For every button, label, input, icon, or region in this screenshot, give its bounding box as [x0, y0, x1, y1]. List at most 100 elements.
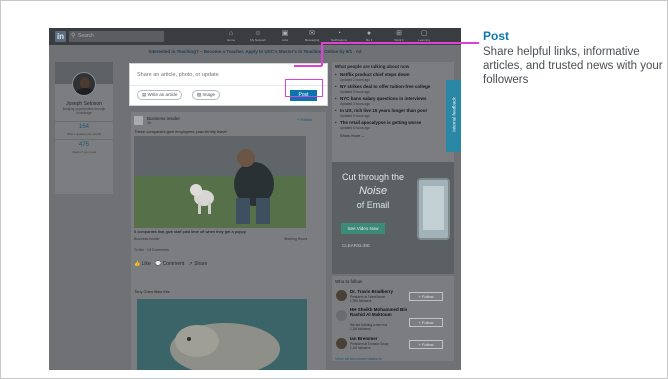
image-label: Image [202, 92, 216, 97]
who-to-follow-panel: Who to follow Dr. Travis Bradberry Presi… [332, 276, 454, 361]
news-item[interactable]: The retail apocalypse is getting worse [335, 120, 421, 125]
post-source[interactable]: Business Insider [147, 116, 180, 121]
news-item[interactable]: In US, rich live 15 years longer than po… [335, 108, 427, 113]
show-more-link[interactable]: Show more ⌄ [340, 133, 365, 138]
post-button-highlight [285, 79, 323, 97]
share-input[interactable]: Share an article, photo, or update [137, 72, 219, 78]
avatar-shoulders [75, 88, 95, 95]
news-item[interactable]: Netflix product chief steps down [335, 72, 409, 77]
follow-button[interactable]: + Follow [409, 318, 443, 327]
search-input[interactable]: ⚲ Search [69, 31, 164, 42]
divider [55, 139, 113, 140]
nav-label: My Network [250, 38, 266, 42]
news-item[interactable]: NYC bans salary questions in interviews [335, 96, 427, 101]
person-name[interactable]: HH Sheikh Mohammed Bin Rashid Al Maktoum [350, 307, 408, 317]
write-article-label: Write an article [147, 92, 178, 97]
person-name[interactable]: Dr. Travis Bradberry [350, 289, 393, 294]
home-icon: ⌂ [228, 30, 234, 37]
view-all-recommendations-link[interactable]: View all recommendations [335, 356, 382, 361]
comment-button[interactable]: Comment [163, 261, 185, 267]
promo-banner[interactable]: Interested in Teaching? – Become a Teach… [49, 47, 461, 56]
learning-icon: ▢ [420, 30, 428, 37]
image-button[interactable]: ▨ Image [192, 90, 221, 100]
source-logo[interactable] [134, 116, 143, 125]
profile-description: Bridging opportunities through knowledge [62, 107, 106, 115]
linkedin-logo[interactable]: in [55, 31, 66, 42]
promo-suffix: · Ad [353, 49, 362, 54]
avatar[interactable] [72, 72, 96, 96]
manatee-illustration [137, 299, 307, 370]
show-more-label: Show more [340, 133, 361, 138]
like-button[interactable]: Like [142, 261, 151, 267]
search-icon: ⚲ [71, 33, 76, 39]
phone-icon [417, 178, 450, 240]
article-icon: ▤ [142, 92, 147, 97]
post-header: Tony Chen likes this [134, 289, 170, 294]
feed-post: Business Insider 2h + Follow These compa… [131, 112, 326, 292]
chevron-down-icon: ⌄ [361, 133, 365, 138]
ad-cta-button[interactable]: See Video Now [341, 223, 385, 234]
news-header: What people are talking about now [335, 64, 410, 69]
post-views-label: Views of your post [71, 150, 97, 154]
search-placeholder: Search [78, 33, 94, 39]
briefcase-icon: ▣ [281, 30, 289, 37]
feed-post: Tony Chen likes this [131, 285, 326, 370]
divider [55, 121, 113, 122]
nav-home[interactable]: ⌂ Home [220, 30, 242, 44]
nav-my-network[interactable]: ☺ My Network [247, 30, 269, 44]
share-icon: ↗ [188, 261, 193, 267]
news-panel: What people are talking about now Netfli… [332, 62, 454, 178]
avatar[interactable] [336, 310, 347, 321]
profile-views-count[interactable]: 164 [55, 124, 113, 130]
follow-button[interactable]: + Follow [409, 292, 443, 301]
internal-feedback-label: Internal feedback [451, 97, 457, 132]
post-caption: These companies give employees 'paw-tern… [134, 129, 228, 134]
profile-card: Joseph Setoson Bridging opportunities th… [55, 62, 113, 194]
profile-views-label: Who's viewed your profile [66, 132, 102, 136]
image-icon: ▨ [197, 92, 202, 97]
annotation-title: Post [483, 29, 510, 43]
post-image[interactable] [134, 136, 306, 228]
news-time: Updated 2 hours ago [340, 78, 370, 82]
news-time: Updated 6 hours ago [340, 126, 370, 130]
person-followers: 1,1M followers [350, 346, 371, 350]
post-views-count[interactable]: 475 [55, 142, 113, 148]
callout-line [321, 42, 479, 44]
ad-line-1: Cut through the [341, 172, 405, 182]
grid-icon: ⊞ [396, 30, 402, 37]
post-image[interactable] [137, 299, 307, 370]
nav-label: Home [226, 38, 235, 42]
post-meta-source: Business Insider [134, 237, 160, 241]
avatar[interactable] [336, 338, 347, 349]
ad-banner[interactable]: Cut through the Noise of Email See Video… [332, 162, 454, 274]
news-item[interactable]: NY strikes deal to offer tuition-free co… [335, 84, 430, 89]
avatar[interactable] [336, 290, 347, 301]
nav-label: Messaging [304, 38, 320, 42]
person-followers: 1,996 followers [350, 299, 372, 303]
messaging-icon: ✉ [309, 30, 315, 37]
follow-button[interactable]: + Follow [409, 340, 443, 349]
comment-icon: 💬 [154, 261, 162, 267]
callout-line [294, 65, 322, 67]
post-engagement[interactable]: To like · 13 Comments [134, 248, 169, 252]
share-button[interactable]: Share [194, 261, 207, 267]
annotation-body: Share helpful links, informative article… [483, 46, 663, 86]
who-to-follow-header: Who to follow [335, 279, 363, 284]
ad-line-3: of Email [356, 200, 390, 210]
nav-messaging[interactable]: ✉ Messaging [301, 30, 323, 44]
bell-icon: ◔ [336, 30, 342, 37]
man-and-puppy-illustration [134, 136, 306, 228]
ad-brand: CLEARSLIDE [342, 243, 371, 248]
network-icon: ☺ [254, 30, 262, 37]
linkedin-screenshot: in ⚲ Search ⌂ Home ☺ My Network ▣ Jobs ✉ Mes… [49, 28, 461, 370]
nav-jobs[interactable]: ▣ Jobs [274, 30, 296, 44]
person-followers: 1,1M followers [350, 327, 371, 331]
ad-line-2: Noise [358, 185, 388, 197]
nav-label: Jobs [281, 38, 289, 42]
person-name[interactable]: Ian Bremmer [350, 336, 378, 341]
post-title[interactable]: 5 companies that give staff paid time of… [134, 229, 246, 234]
follow-button[interactable]: + Follow [297, 117, 312, 122]
write-article-button[interactable]: ▤ Write an article [137, 90, 183, 100]
internal-feedback-tab[interactable]: Internal feedback [446, 80, 461, 152]
avatar-icon: ● [366, 30, 372, 37]
